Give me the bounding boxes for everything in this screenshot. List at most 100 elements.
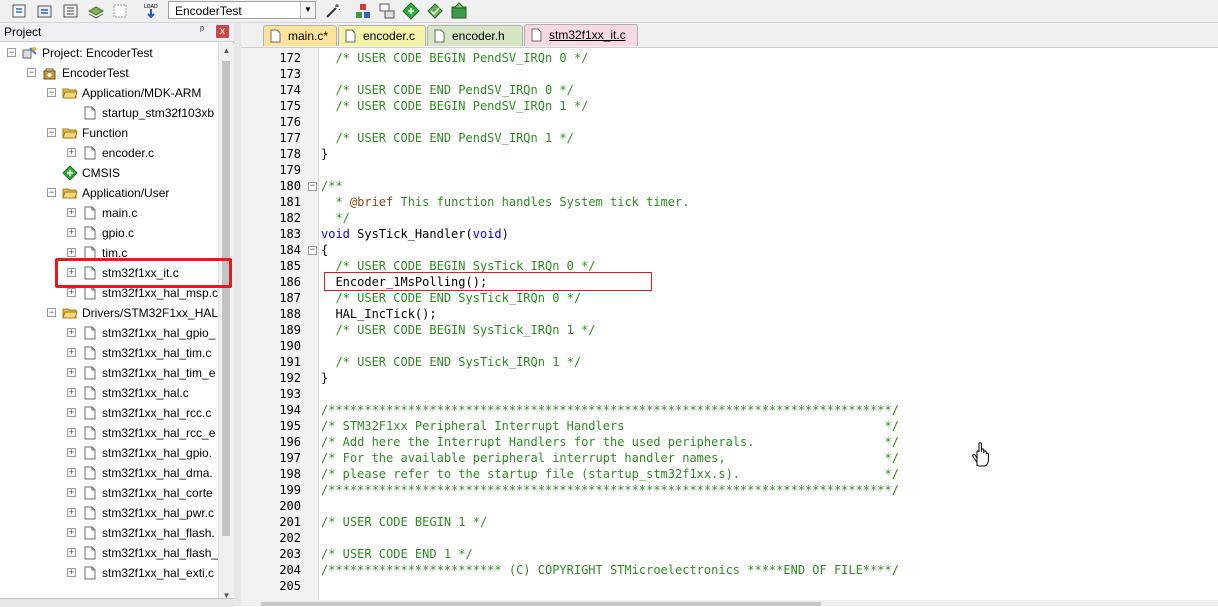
manage-components-icon[interactable] [354, 2, 372, 20]
editor-tab[interactable]: encoder.c [338, 25, 426, 46]
code-line[interactable]: 188 HAL_IncTick(); [241, 307, 1218, 323]
target-select[interactable]: EncoderTest ▼ [168, 1, 316, 19]
code-line[interactable]: 204 /************************ (C) COPYRIG… [241, 563, 1218, 579]
chevron-down-icon[interactable]: ▼ [300, 2, 315, 18]
editor-tab[interactable]: main.c* [263, 25, 337, 46]
tree-item[interactable]: + stm32f1xx_hal_rcc_e [0, 423, 218, 443]
editor-tab[interactable]: encoder.h [427, 25, 523, 46]
tree-item[interactable]: − Application/User [0, 183, 218, 203]
pack-installer-icon[interactable] [450, 2, 468, 20]
horizontal-scrollbar[interactable] [241, 600, 1218, 606]
diamond-icon[interactable] [402, 2, 420, 20]
tree-item[interactable]: startup_stm32f103xb [0, 103, 218, 123]
tree-item[interactable]: − Drivers/STM32F1xx_HAL [0, 303, 218, 323]
download-icon[interactable] [111, 2, 129, 20]
code-line[interactable]: 187 /* USER CODE END SysTick_IRQn 0 */ [241, 291, 1218, 307]
tree-item[interactable]: − Application/MDK-ARM [0, 83, 218, 103]
splitter[interactable] [234, 23, 241, 606]
code-line[interactable]: 203 /* USER CODE END 1 */ [241, 547, 1218, 563]
expand-icon[interactable]: + [67, 368, 76, 377]
tree-item[interactable]: + stm32f1xx_hal_corte [0, 483, 218, 503]
code-line[interactable]: 197 /* For the available peripheral inter… [241, 451, 1218, 467]
code-line[interactable]: 189 /* USER CODE BEGIN SysTick_IRQn 1 */ [241, 323, 1218, 339]
code-line[interactable]: 195 /* STM32F1xx Peripheral Interrupt Han… [241, 419, 1218, 435]
code-line[interactable]: 177 /* USER CODE END PendSV_IRQn 1 */ [241, 131, 1218, 147]
tree-item[interactable]: + stm32f1xx_hal_flash. [0, 523, 218, 543]
expand-icon[interactable]: + [67, 448, 76, 457]
expand-icon[interactable]: + [67, 488, 76, 497]
tree-item[interactable]: + encoder.c [0, 143, 218, 163]
code-line[interactable]: 202 [241, 531, 1218, 547]
expand-icon[interactable]: + [67, 428, 76, 437]
code-line[interactable]: 200 [241, 499, 1218, 515]
close-icon[interactable]: x [216, 25, 229, 38]
code-line[interactable]: 179 [241, 163, 1218, 179]
scroll-up-icon[interactable]: ▲ [219, 43, 234, 58]
collapse-icon[interactable]: − [47, 88, 56, 97]
batch-build-icon[interactable] [62, 2, 80, 20]
scrollbar-thumb[interactable] [222, 61, 230, 536]
expand-icon[interactable]: + [67, 148, 76, 157]
code-line[interactable]: 192} [241, 371, 1218, 387]
code-line[interactable]: 184−{ [241, 243, 1218, 259]
expand-icon[interactable]: + [67, 388, 76, 397]
load-icon[interactable]: LOAD [142, 2, 160, 20]
expand-icon[interactable]: + [67, 288, 76, 297]
collapse-icon[interactable]: − [47, 188, 56, 197]
code-line[interactable]: 173 [241, 67, 1218, 83]
expand-icon[interactable]: + [67, 248, 76, 257]
select-packs-icon[interactable] [426, 2, 444, 20]
tree-item[interactable]: + stm32f1xx_hal_tim.c [0, 343, 218, 363]
collapse-icon[interactable]: − [27, 68, 36, 77]
code-line[interactable]: 201 /* USER CODE BEGIN 1 */ [241, 515, 1218, 531]
tree-item[interactable]: + stm32f1xx_hal_flash_ [0, 543, 218, 563]
expand-icon[interactable]: + [67, 408, 76, 417]
expand-icon[interactable]: + [67, 548, 76, 557]
code-line[interactable]: 199 /************************************… [241, 483, 1218, 499]
tree-item[interactable]: + stm32f1xx_hal_pwr.c [0, 503, 218, 523]
code-line[interactable]: 172 /* USER CODE BEGIN PendSV_IRQn 0 */ [241, 51, 1218, 67]
code-line[interactable]: 175 /* USER CODE BEGIN PendSV_IRQn 1 */ [241, 99, 1218, 115]
expand-icon[interactable]: + [67, 528, 76, 537]
code-line[interactable]: 182 */ [241, 211, 1218, 227]
tree-item[interactable]: + gpio.c [0, 223, 218, 243]
magic-wand-icon[interactable] [324, 2, 342, 20]
code-line[interactable]: 176 [241, 115, 1218, 131]
expand-icon[interactable]: + [67, 508, 76, 517]
collapse-icon[interactable]: − [47, 128, 56, 137]
tree-item[interactable]: + stm32f1xx_hal_dma. [0, 463, 218, 483]
expand-icon[interactable]: + [67, 468, 76, 477]
code-line[interactable]: 194 /************************************… [241, 403, 1218, 419]
code-line[interactable]: 181 * @brief This function handles Syste… [241, 195, 1218, 211]
expand-icon[interactable]: + [67, 228, 76, 237]
code-line[interactable]: 190 [241, 339, 1218, 355]
collapse-icon[interactable]: − [47, 308, 56, 317]
tree-item[interactable]: − Project: EncoderTest [0, 43, 218, 63]
code-line[interactable]: 198 /* please refer to the startup file (… [241, 467, 1218, 483]
code-line[interactable]: 183 void SysTick_Handler(void) [241, 227, 1218, 243]
tree-item[interactable]: + stm32f1xx_hal_gpio. [0, 443, 218, 463]
code-line[interactable]: 191 /* USER CODE END SysTick_IRQn 1 */ [241, 355, 1218, 371]
options-icon[interactable] [10, 2, 28, 20]
code-line[interactable]: 174 /* USER CODE END PendSV_IRQn 0 */ [241, 83, 1218, 99]
tree-item[interactable]: + stm32f1xx_hal_tim_e [0, 363, 218, 383]
code-line[interactable]: 196 /* Add here the Interrupt Handlers fo… [241, 435, 1218, 451]
expand-icon[interactable]: + [67, 568, 76, 577]
tree-item[interactable]: − Function [0, 123, 218, 143]
tree-item[interactable]: + stm32f1xx_hal_gpio_ [0, 323, 218, 343]
code-line[interactable]: 178} [241, 147, 1218, 163]
tree-scrollbar[interactable]: ▲ ▼ [218, 43, 234, 603]
code-line[interactable]: 205 [241, 579, 1218, 595]
expand-icon[interactable]: + [67, 348, 76, 357]
tree-item[interactable]: − EncoderTest [0, 63, 218, 83]
tree-item[interactable]: + stm32f1xx_hal_exti.c [0, 563, 218, 583]
tree-item[interactable]: + stm32f1xx_hal.c [0, 383, 218, 403]
layers-icon[interactable] [87, 2, 105, 20]
expand-icon[interactable]: + [67, 208, 76, 217]
code-line[interactable]: 193 [241, 387, 1218, 403]
code-line[interactable]: 180−/** [241, 179, 1218, 195]
tree-item[interactable]: + stm32f1xx_hal_rcc.c [0, 403, 218, 423]
code-editor[interactable]: 172 /* USER CODE BEGIN PendSV_IRQn 0 */1… [241, 48, 1218, 606]
tree-item[interactable]: + main.c [0, 203, 218, 223]
multiproject-icon[interactable] [378, 2, 396, 20]
